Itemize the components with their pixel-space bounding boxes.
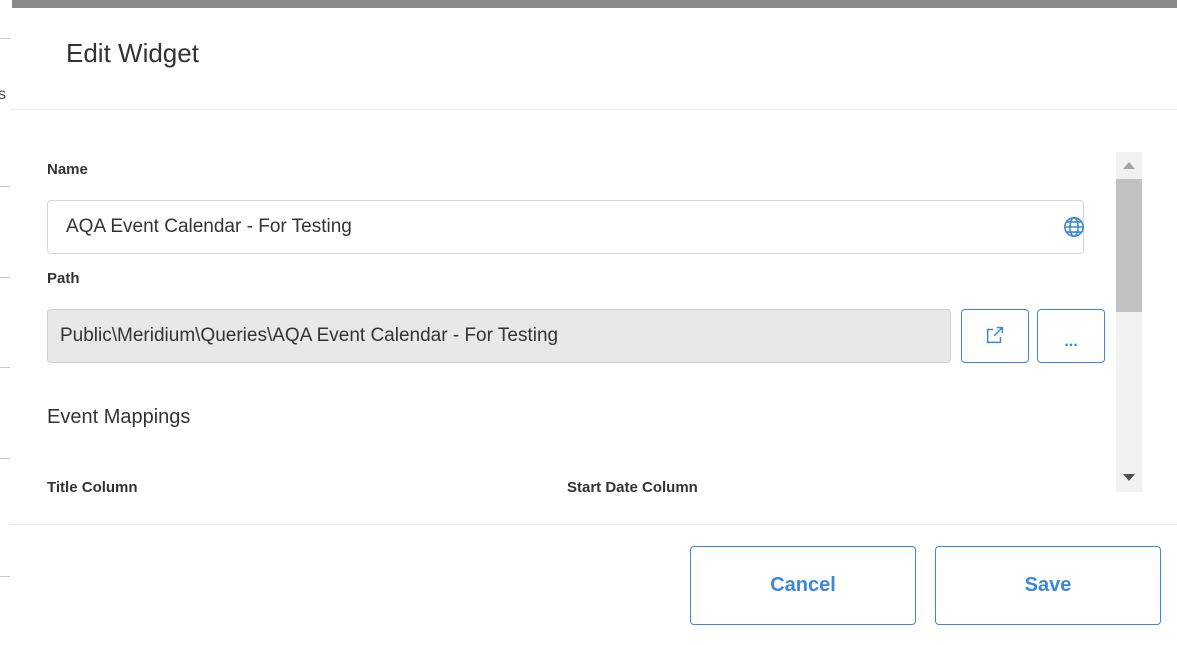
browse-path-button[interactable]: ... <box>1037 309 1105 363</box>
dialog-scrollbar[interactable] <box>1116 152 1142 492</box>
background-divider <box>0 277 10 278</box>
background-divider <box>0 38 10 39</box>
background-divider <box>0 458 10 459</box>
name-field-label: Name <box>47 161 88 178</box>
event-mappings-heading: Event Mappings <box>47 406 191 428</box>
background-divider <box>0 576 10 577</box>
scroll-down-arrow-icon[interactable] <box>1123 474 1135 481</box>
globe-icon[interactable] <box>1059 212 1089 242</box>
background-divider <box>0 367 10 368</box>
title-column-label: Title Column <box>47 479 138 492</box>
cancel-button[interactable]: Cancel <box>690 546 916 625</box>
name-input[interactable] <box>47 200 1084 254</box>
start-date-column-label: Start Date Column <box>567 479 698 492</box>
scroll-thumb[interactable] <box>1116 179 1142 312</box>
background-page-text: s <box>0 86 6 103</box>
dialog-body: Name Path ... Event Mappings <box>10 148 1177 492</box>
dialog-title: Edit Widget <box>66 38 199 68</box>
external-link-icon <box>984 324 1006 349</box>
ellipsis-icon: ... <box>1064 333 1078 350</box>
edit-widget-dialog: Edit Widget Name Path ... <box>10 8 1177 645</box>
path-field-label: Path <box>47 270 80 287</box>
dialog-header: Edit Widget <box>10 8 1177 110</box>
save-button[interactable]: Save <box>935 546 1161 625</box>
dialog-footer: Cancel Save <box>10 524 1177 645</box>
path-input[interactable] <box>47 309 951 363</box>
background-divider <box>0 186 10 187</box>
scroll-up-arrow-icon[interactable] <box>1123 162 1135 169</box>
open-query-button[interactable] <box>961 309 1029 363</box>
